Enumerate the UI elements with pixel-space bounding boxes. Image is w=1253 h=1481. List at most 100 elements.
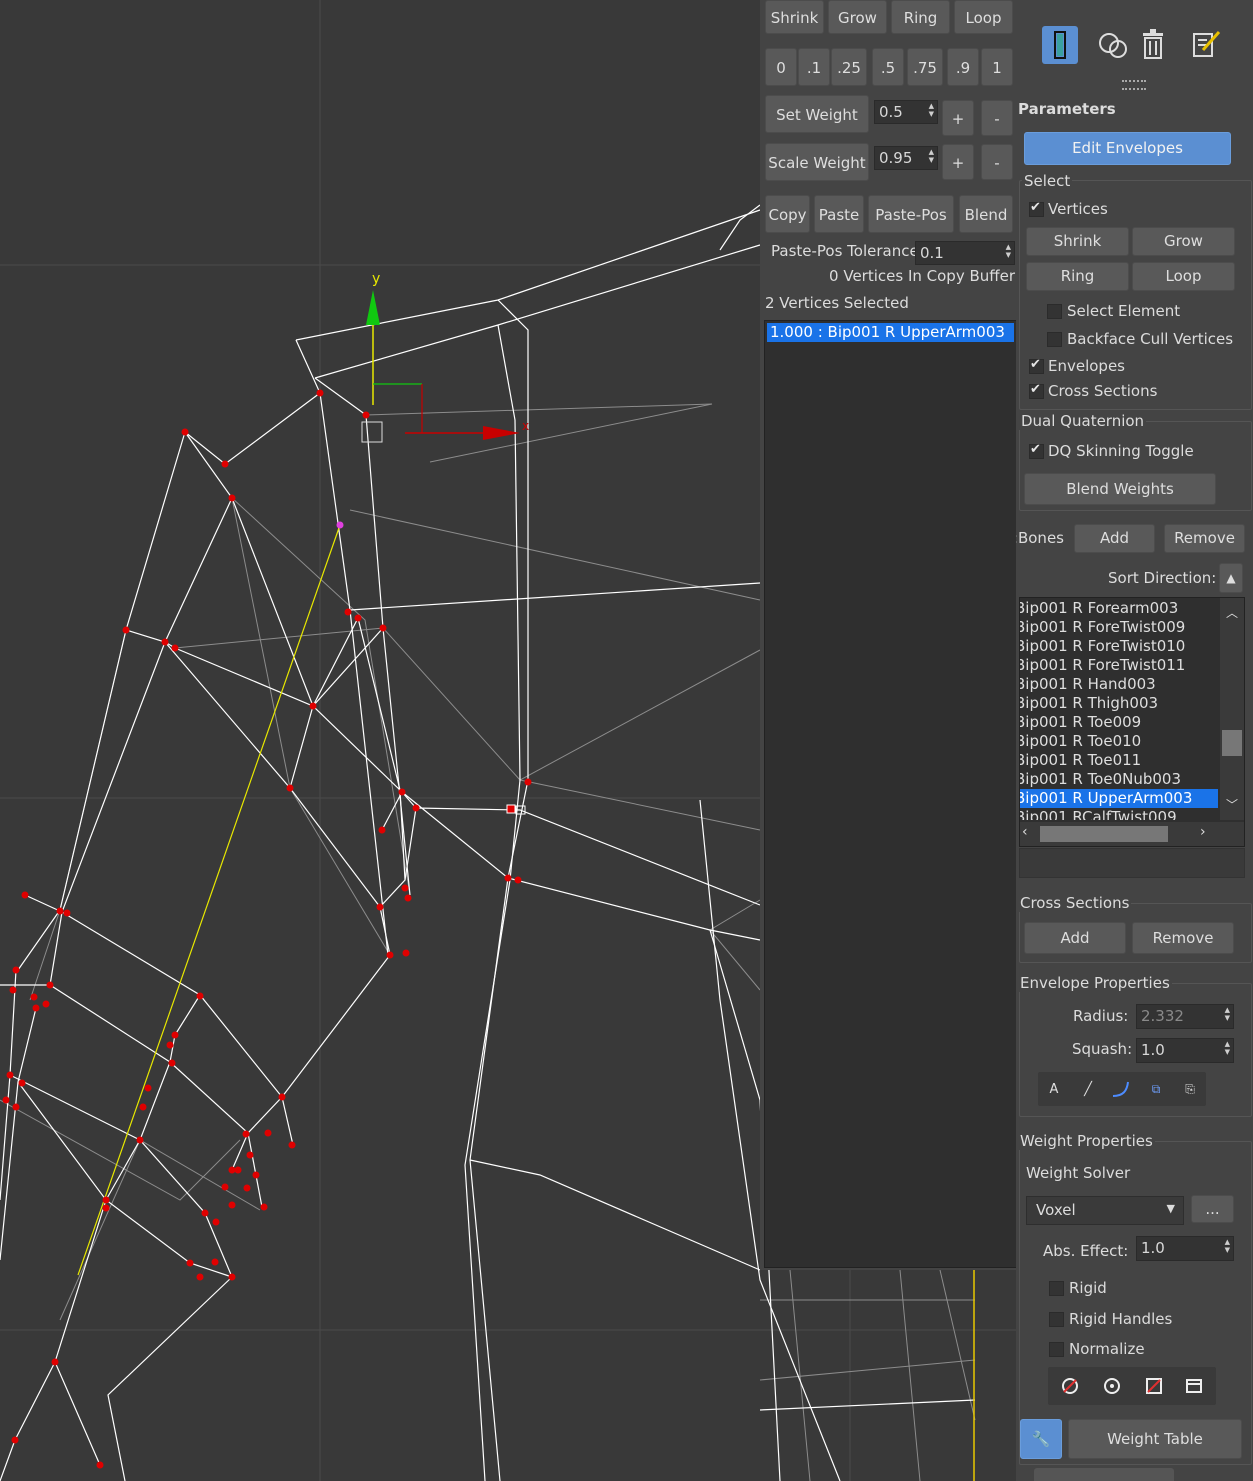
panel-resize-handle[interactable] [1122,80,1146,90]
bake-weights-icon[interactable] [1184,1376,1204,1396]
list-item[interactable]: Bip001 R Thigh003 [1020,694,1244,713]
list-item[interactable]: Bip001 R Forearm003 [1020,599,1244,618]
scale-weight-button[interactable]: Scale Weight [765,143,869,181]
edit-envelopes-button[interactable]: Edit Envelopes [1024,132,1231,165]
select-shrink-button[interactable]: Shrink [1026,227,1129,256]
scroll-up-icon[interactable]: ︿ [1226,604,1238,621]
select-loop-button[interactable]: Loop [1132,262,1235,291]
copy-envelope-icon[interactable]: ⧉ [1146,1079,1166,1099]
absolute-icon[interactable]: A [1044,1079,1064,1099]
falloff-curve-icon[interactable] [1110,1079,1132,1099]
list-item[interactable]: Bip001 RCalfTwist009 [1020,808,1244,820]
weight-solver-value: Voxel [1036,1201,1076,1219]
radius-spinner[interactable]: 2.332 [1136,1004,1234,1029]
squash-spinner[interactable]: 1.0 [1136,1038,1234,1063]
add-bone-button[interactable]: Add [1074,524,1155,553]
paste-pos-button[interactable]: Paste-Pos [868,195,954,233]
set-weight-spinner[interactable]: 0.5 [874,100,938,124]
remove-bone-button[interactable]: Remove [1164,524,1245,553]
select-grow-button[interactable]: Grow [1132,227,1235,256]
selected-vertex-marker[interactable] [506,804,516,814]
dq-skinning-checkbox[interactable] [1029,442,1044,459]
copy-button[interactable]: Copy [765,195,810,233]
abs-effect-spinner[interactable]: 1.0 [1136,1236,1234,1261]
wt-ring-button[interactable]: Ring [891,0,950,34]
blend-weights-button[interactable]: Blend Weights [1024,473,1216,505]
list-item[interactable]: Bip001 R ForeTwist011 [1020,656,1244,675]
parameters-rollout-title[interactable]: Parameters [1018,100,1116,118]
bone-name-field[interactable] [1019,848,1245,878]
remove-cross-section-button[interactable]: Remove [1132,922,1234,954]
modify-tab-icon[interactable] [1042,26,1078,64]
paste-pos-tolerance-spinner[interactable]: 0.1 [915,241,1015,265]
list-item[interactable]: Bip001 R Toe011 [1020,751,1244,770]
gizmo-center-box[interactable] [361,421,383,443]
preset-1-button[interactable]: 1 [981,48,1013,86]
x-axis-arrow[interactable] [483,426,520,440]
list-item[interactable]: 1.000 : Bip001 R UpperArm003 [767,323,1014,342]
list-item-selected[interactable]: Bip001 R UpperArm003 [1020,789,1218,808]
bones-vertical-scrollbar[interactable]: ︿ ﹀ [1220,598,1244,820]
list-item[interactable]: Bip001 R Toe009 [1020,713,1244,732]
vertices-checkbox[interactable] [1029,200,1044,217]
scale-weight-spinner[interactable]: 0.95 [874,146,938,170]
preset-025-button[interactable]: .25 [831,48,867,86]
instances-icon[interactable] [1096,28,1130,62]
preset-075-button[interactable]: .75 [907,48,943,86]
backface-cull-checkbox[interactable] [1047,332,1062,347]
bones-horizontal-scrollbar[interactable]: ‹ › [1020,822,1244,846]
wt-shrink-button[interactable]: Shrink [765,0,824,34]
preset-01-button[interactable]: .1 [798,48,830,86]
paste-envelope-icon[interactable]: ⎘ [1180,1079,1200,1099]
bones-listbox[interactable]: Bip001 R Forearm003 Bip001 R ForeTwist00… [1019,597,1245,847]
wt-grow-button[interactable]: Grow [828,0,887,34]
list-item[interactable]: Bip001 R Hand003 [1020,675,1244,694]
normalize-checkbox[interactable] [1049,1342,1064,1357]
weight-table-button[interactable]: Weight Table [1068,1419,1242,1459]
select-ring-button[interactable]: Ring [1026,262,1129,291]
draw-envelope-icon[interactable]: ╱ [1078,1079,1098,1099]
exclude-verts-icon[interactable] [1060,1376,1080,1396]
scroll-down-icon[interactable]: ﹀ [1226,796,1238,813]
weight-tool-button[interactable]: 🔧 [1020,1419,1062,1459]
rigid-handles-checkbox[interactable] [1049,1312,1064,1327]
solver-options-button[interactable]: ... [1191,1195,1234,1223]
paste-button[interactable]: Paste [814,195,864,233]
rigid-checkbox[interactable] [1049,1281,1064,1296]
scroll-left-icon[interactable]: ‹ [1022,824,1028,840]
add-cross-section-button[interactable]: Add [1024,922,1126,954]
envelope-handle[interactable] [336,521,344,529]
trash-icon[interactable] [1136,26,1170,62]
preset-05-button[interactable]: .5 [872,48,904,86]
sort-direction-button[interactable]: ▲ [1219,563,1243,593]
blend-button[interactable]: Blend [959,195,1013,233]
wt-loop-button[interactable]: Loop [954,0,1013,34]
next-rollout-button[interactable] [1034,1468,1174,1481]
envelopes-checkbox[interactable] [1029,357,1044,374]
vertex-points[interactable] [2,389,532,1469]
select-excluded-icon[interactable] [1144,1376,1164,1396]
list-item[interactable]: Bip001 R ForeTwist009 [1020,618,1244,637]
scale-weight-plus-button[interactable]: + [942,144,974,180]
set-weight-plus-button[interactable]: + [942,100,974,136]
scroll-right-icon[interactable]: › [1200,824,1206,840]
weight-properties-title: Weight Properties [1018,1132,1155,1150]
cross-sections-checkbox[interactable] [1029,382,1044,399]
wrench-icon: 🔧 [1031,1430,1051,1448]
set-weight-button[interactable]: Set Weight [765,95,869,133]
y-axis-arrow[interactable] [366,290,380,325]
weight-solver-dropdown[interactable]: Voxel ▼ [1026,1196,1184,1225]
set-weight-minus-button[interactable]: - [981,100,1013,136]
list-item[interactable]: Bip001 R Toe010 [1020,732,1244,751]
scroll-thumb[interactable] [1040,826,1168,842]
list-item[interactable]: Bip001 R ForeTwist010 [1020,637,1244,656]
select-element-checkbox[interactable] [1047,304,1062,319]
preset-09-button[interactable]: .9 [947,48,979,86]
include-verts-icon[interactable] [1102,1376,1122,1396]
scale-weight-minus-button[interactable]: - [981,144,1013,180]
configure-modifier-sets-icon[interactable] [1188,26,1224,62]
scroll-thumb[interactable] [1222,730,1242,756]
preset-0-button[interactable]: 0 [765,48,797,86]
list-item[interactable]: Bip001 R Toe0Nub003 [1020,770,1244,789]
vertex-weight-list[interactable]: 1.000 : Bip001 R UpperArm003 [764,320,1017,1268]
